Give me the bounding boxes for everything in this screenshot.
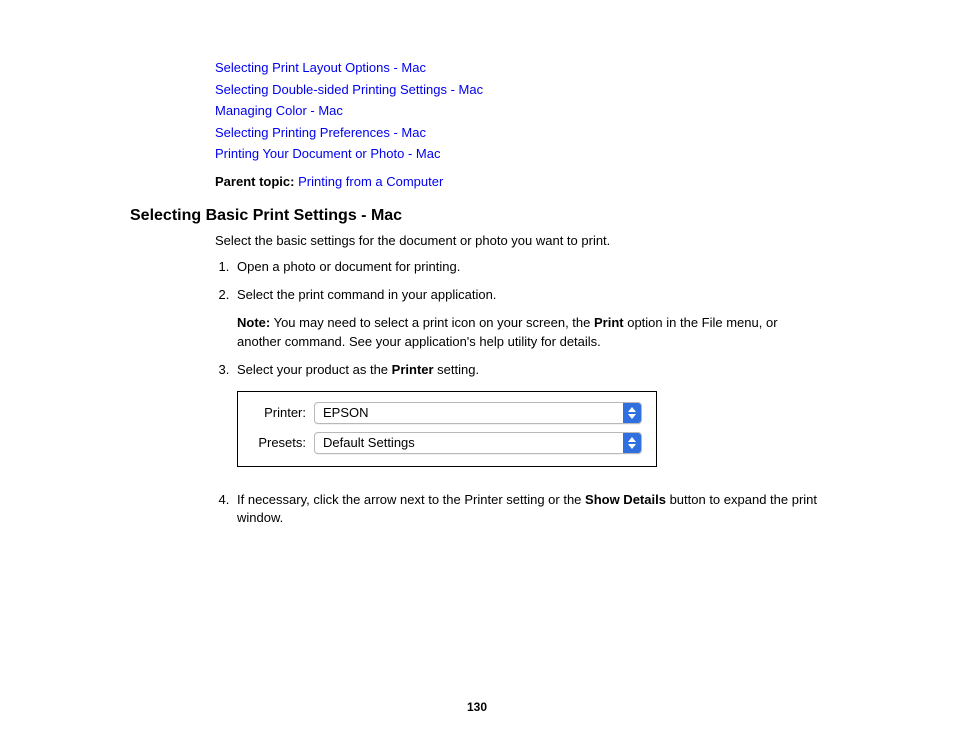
- presets-label: Presets:: [252, 434, 314, 452]
- link-layout-options[interactable]: Selecting Print Layout Options - Mac: [215, 58, 824, 78]
- related-links: Selecting Print Layout Options - Mac Sel…: [215, 58, 824, 191]
- printer-value: EPSON: [315, 402, 623, 424]
- link-double-sided[interactable]: Selecting Double-sided Printing Settings…: [215, 80, 824, 100]
- link-printing-document[interactable]: Printing Your Document or Photo - Mac: [215, 144, 824, 164]
- presets-value: Default Settings: [315, 432, 623, 454]
- note-block: Note: You may need to select a print ico…: [237, 314, 824, 350]
- intro-text: Select the basic settings for the docume…: [215, 233, 824, 248]
- updown-arrows-icon: [623, 433, 641, 453]
- presets-row: Presets: Default Settings: [252, 432, 642, 454]
- printer-label: Printer:: [252, 404, 314, 422]
- step-4-bold: Show Details: [585, 492, 666, 507]
- presets-dropdown[interactable]: Default Settings: [314, 432, 642, 454]
- step-1: Open a photo or document for printing.: [233, 258, 824, 276]
- figure-print-dialog: Printer: EPSON Presets: Default Settings: [237, 391, 657, 467]
- parent-topic: Parent topic: Printing from a Computer: [215, 172, 824, 192]
- printer-row: Printer: EPSON: [252, 402, 642, 424]
- step-3-before: Select your product as the: [237, 362, 392, 377]
- link-managing-color[interactable]: Managing Color - Mac: [215, 101, 824, 121]
- step-4-before: If necessary, click the arrow next to th…: [237, 492, 585, 507]
- step-2: Select the print command in your applica…: [233, 286, 824, 351]
- printer-dropdown[interactable]: EPSON: [314, 402, 642, 424]
- note-bold: Print: [594, 315, 624, 330]
- page-number: 130: [0, 700, 954, 714]
- step-3-bold: Printer: [392, 362, 434, 377]
- note-before: You may need to select a print icon on y…: [270, 315, 594, 330]
- parent-topic-label: Parent topic:: [215, 174, 294, 189]
- section-title: Selecting Basic Print Settings - Mac: [130, 207, 824, 225]
- step-4: If necessary, click the arrow next to th…: [233, 491, 824, 527]
- updown-arrows-icon: [623, 403, 641, 423]
- link-printing-preferences[interactable]: Selecting Printing Preferences - Mac: [215, 123, 824, 143]
- step-3-after: setting.: [434, 362, 480, 377]
- step-2-text: Select the print command in your applica…: [237, 287, 496, 302]
- steps-list: Open a photo or document for printing. S…: [215, 258, 824, 527]
- note-label: Note:: [237, 315, 270, 330]
- step-3: Select your product as the Printer setti…: [233, 361, 824, 467]
- parent-topic-link[interactable]: Printing from a Computer: [298, 174, 443, 189]
